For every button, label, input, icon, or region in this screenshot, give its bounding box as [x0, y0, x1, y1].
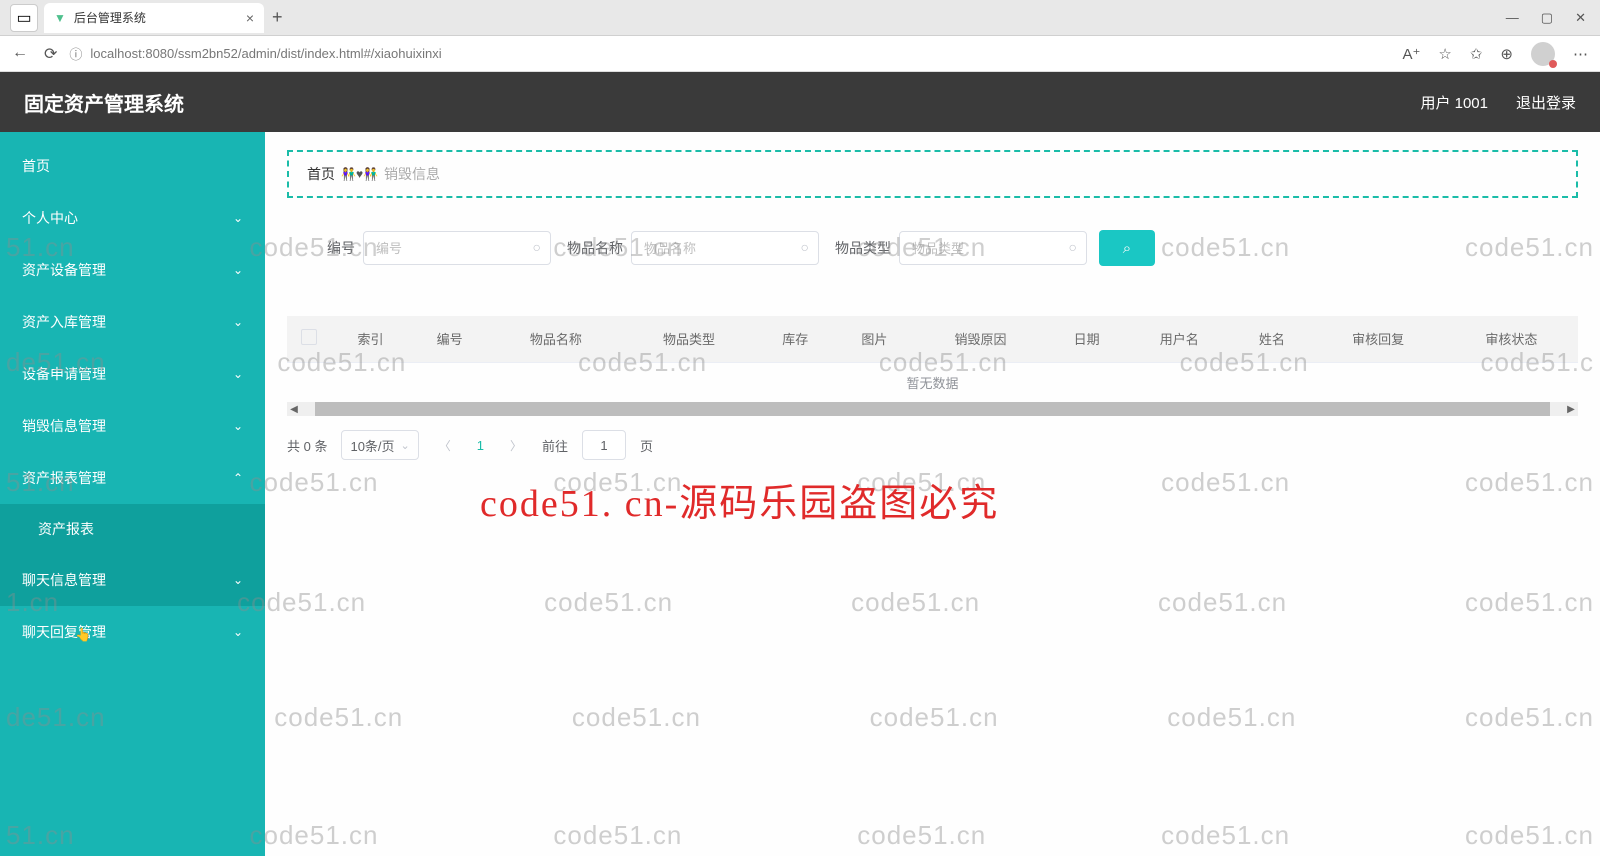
page-current[interactable]: 1	[471, 438, 490, 453]
browser-tab-bar: ▭ ▼ 后台管理系统 × + — ▢ ✕	[0, 0, 1600, 36]
tts-icon[interactable]: A⁺	[1402, 45, 1420, 63]
main-content: 首页 👫♥👫 销毁信息 编号 ○ 物品名称 ○ 物品类型 ○	[265, 132, 1600, 856]
search-input-code[interactable]	[363, 231, 551, 265]
browser-tab[interactable]: ▼ 后台管理系统 ×	[44, 3, 264, 33]
tab-title: 后台管理系统	[74, 9, 146, 26]
search-label-code: 编号	[295, 238, 355, 258]
chevron-down-icon: ⌄	[233, 419, 243, 433]
collections-icon[interactable]: ⊕	[1500, 45, 1513, 63]
breadcrumb-home[interactable]: 首页	[307, 164, 335, 184]
table-column-header: 物品名称	[489, 316, 622, 362]
new-tab-button[interactable]: +	[272, 7, 283, 28]
pagination-total: 共 0 条	[287, 436, 327, 455]
more-icon[interactable]: ⋯	[1573, 45, 1588, 63]
search-suffix-icon[interactable]: ○	[1069, 239, 1077, 255]
profile-avatar[interactable]	[1531, 42, 1555, 66]
search-input-type[interactable]	[899, 231, 1087, 265]
back-icon[interactable]: ←	[12, 44, 28, 64]
logout-button[interactable]: 退出登录	[1516, 92, 1576, 113]
scroll-right-icon[interactable]: ▶	[1564, 404, 1578, 415]
table-column-header: 审核状态	[1445, 316, 1578, 362]
app-header: 固定资产管理系统 用户 1001 退出登录	[0, 72, 1600, 132]
chevron-down-icon: ⌄	[233, 315, 243, 329]
browser-url-bar: ← ⟳ ⓘ localhost:8080/ssm2bn52/admin/dist…	[0, 36, 1600, 72]
page-jump-input[interactable]	[582, 430, 626, 460]
chevron-down-icon: ⌄	[233, 367, 243, 381]
page-jump-suffix: 页	[640, 436, 653, 455]
cursor-pointer-icon: 👆	[75, 627, 91, 643]
breadcrumb: 首页 👫♥👫 销毁信息	[307, 164, 1558, 184]
search-form: 编号 ○ 物品名称 ○ 物品类型 ○ ⌕	[287, 216, 1578, 290]
refresh-icon[interactable]: ⟳	[44, 44, 57, 64]
sidebar-subitem-asset-report[interactable]: 资产报表	[0, 504, 265, 554]
scroll-left-icon[interactable]: ◀	[287, 404, 301, 415]
breadcrumb-container: 首页 👫♥👫 销毁信息	[287, 150, 1578, 198]
table-empty-row: 暂无数据	[287, 362, 1578, 402]
close-tab-icon[interactable]: ×	[246, 10, 254, 26]
table-column-header: 审核回复	[1311, 316, 1444, 362]
sidebar-item-personal[interactable]: 个人中心⌄	[0, 192, 265, 244]
table-column-header: 索引	[331, 316, 410, 362]
table-column-header: 编号	[410, 316, 489, 362]
window-controls: — ▢ ✕	[1506, 10, 1600, 26]
page-prev[interactable]: 〈	[433, 437, 457, 454]
maximize-icon[interactable]: ▢	[1541, 10, 1553, 26]
table-column-header: 库存	[756, 316, 835, 362]
chevron-down-icon: ⌄	[233, 625, 243, 639]
sidebar-item-asset-device[interactable]: 资产设备管理⌄	[0, 244, 265, 296]
chevron-up-icon: ⌃	[233, 471, 243, 485]
tab-layout-icon[interactable]: ▭	[10, 4, 38, 32]
sidebar-item-destroy-info[interactable]: 销毁信息管理⌄	[0, 400, 265, 452]
sidebar-item-chat-reply[interactable]: 聊天回复管理⌄	[0, 606, 265, 658]
url-text[interactable]: localhost:8080/ssm2bn52/admin/dist/index…	[90, 46, 441, 61]
page-size-select[interactable]: 10条/页 ⌄	[341, 430, 418, 460]
sidebar-item-home[interactable]: 首页	[0, 140, 265, 192]
table-column-header: 图片	[835, 316, 914, 362]
search-label-type: 物品类型	[831, 238, 891, 258]
breadcrumb-current: 销毁信息	[384, 164, 440, 184]
sidebar-item-asset-report[interactable]: 资产报表管理⌃	[0, 452, 265, 504]
select-all-checkbox[interactable]	[301, 329, 317, 345]
chevron-down-icon: ⌄	[233, 573, 243, 587]
chevron-down-icon: ⌄	[401, 439, 410, 452]
favorites-icon[interactable]: ✩	[1470, 45, 1483, 63]
sidebar-item-asset-in[interactable]: 资产入库管理⌄	[0, 296, 265, 348]
table-column-header: 销毁原因	[914, 316, 1047, 362]
app-title: 固定资产管理系统	[24, 88, 184, 117]
data-table: 索引编号物品名称物品类型库存图片销毁原因日期用户名姓名审核回复审核状态 暂无数据	[287, 316, 1578, 402]
horizontal-scrollbar[interactable]: ◀ ▶	[287, 402, 1578, 416]
table-column-header: 用户名	[1126, 316, 1232, 362]
search-icon: ⌕	[1123, 240, 1131, 257]
chevron-down-icon: ⌄	[233, 263, 243, 277]
pagination: 共 0 条 10条/页 ⌄ 〈 1 〉 前往 页	[287, 430, 1578, 460]
search-label-name: 物品名称	[563, 238, 623, 258]
search-suffix-icon[interactable]: ○	[533, 239, 541, 255]
close-window-icon[interactable]: ✕	[1575, 10, 1586, 26]
table-column-header: 日期	[1047, 316, 1126, 362]
sidebar-item-chat-info[interactable]: 聊天信息管理⌄	[0, 554, 265, 606]
site-info-icon[interactable]: ⓘ	[69, 44, 82, 63]
user-label[interactable]: 用户 1001	[1420, 92, 1488, 113]
sidebar-item-device-apply[interactable]: 设备申请管理⌄	[0, 348, 265, 400]
sidebar: 首页 个人中心⌄ 资产设备管理⌄ 资产入库管理⌄ 设备申请管理⌄ 销毁信息管理⌄…	[0, 132, 265, 856]
vue-favicon-icon: ▼	[54, 11, 66, 25]
reading-icon[interactable]: ☆	[1438, 45, 1451, 63]
breadcrumb-separator-icon: 👫♥👫	[341, 167, 378, 181]
search-suffix-icon[interactable]: ○	[801, 239, 809, 255]
search-input-name[interactable]	[631, 231, 819, 265]
table-column-header: 姓名	[1232, 316, 1311, 362]
page-next[interactable]: 〉	[504, 437, 528, 454]
page-jump-prefix: 前往	[542, 436, 568, 455]
minimize-icon[interactable]: —	[1506, 10, 1519, 26]
search-button[interactable]: ⌕	[1099, 230, 1155, 266]
table-column-header: 物品类型	[622, 316, 755, 362]
chevron-down-icon: ⌄	[233, 211, 243, 225]
